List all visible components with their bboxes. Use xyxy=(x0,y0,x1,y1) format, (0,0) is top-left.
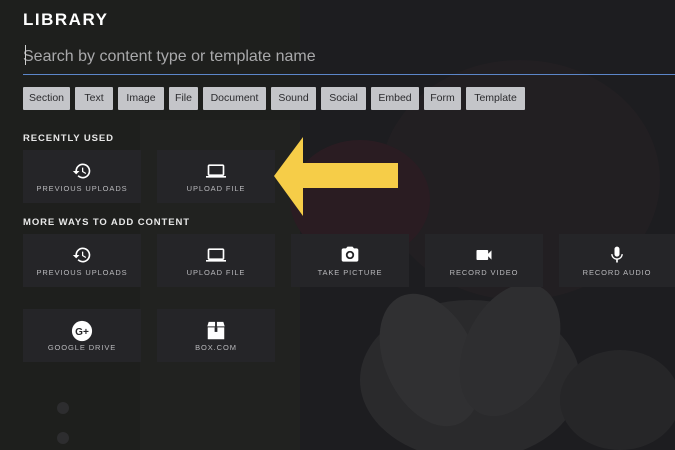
history-icon xyxy=(23,161,141,181)
tile-label: GOOGLE DRIVE xyxy=(47,343,117,352)
tile-label: RECORD VIDEO xyxy=(449,268,519,277)
box-icon xyxy=(157,320,275,340)
recent-upload-file-tile[interactable]: UPLOAD FILE xyxy=(157,150,275,203)
google-plus-icon: G+ xyxy=(23,320,141,342)
search-field[interactable] xyxy=(23,42,675,75)
pointer-arrow xyxy=(274,137,398,216)
search-input[interactable] xyxy=(23,44,675,70)
filter-chip-sound[interactable]: Sound xyxy=(271,87,316,110)
google-drive-tile[interactable]: G+ GOOGLE DRIVE xyxy=(23,309,141,362)
tile-label: RECORD AUDIO xyxy=(582,268,652,277)
record-video-tile[interactable]: RECORD VIDEO xyxy=(425,234,543,287)
camera-icon xyxy=(291,245,409,265)
laptop-icon xyxy=(157,245,275,265)
text-caret xyxy=(25,45,26,65)
library-title: LIBRARY xyxy=(23,10,109,29)
filter-chip-template[interactable]: Template xyxy=(466,87,525,110)
record-audio-tile[interactable]: RECORD AUDIO xyxy=(559,234,675,287)
microphone-icon xyxy=(559,245,675,265)
tile-label: BOX.COM xyxy=(195,343,237,352)
history-icon xyxy=(23,245,141,265)
video-camera-icon xyxy=(425,245,543,265)
filter-chip-form[interactable]: Form xyxy=(424,87,461,110)
upload-file-tile[interactable]: UPLOAD FILE xyxy=(157,234,275,287)
tile-label: PREVIOUS UPLOADS xyxy=(36,184,128,193)
svg-text:G+: G+ xyxy=(75,327,89,338)
tile-label: UPLOAD FILE xyxy=(186,268,246,277)
filter-chip-social[interactable]: Social xyxy=(321,87,366,110)
filter-chip-section[interactable]: Section xyxy=(23,87,70,110)
previous-uploads-tile[interactable]: PREVIOUS UPLOADS xyxy=(23,234,141,287)
filter-chip-image[interactable]: Image xyxy=(118,87,164,110)
tile-label: PREVIOUS UPLOADS xyxy=(36,268,128,277)
tile-label: TAKE PICTURE xyxy=(317,268,383,277)
library-panel: LIBRARY Section Text Image File Document… xyxy=(0,0,675,450)
filter-chip-embed[interactable]: Embed xyxy=(371,87,419,110)
take-picture-tile[interactable]: TAKE PICTURE xyxy=(291,234,409,287)
tile-label: UPLOAD FILE xyxy=(186,184,246,193)
box-com-tile[interactable]: BOX.COM xyxy=(157,309,275,362)
recently-used-heading: RECENTLY USED xyxy=(23,133,114,144)
filter-chip-file[interactable]: File xyxy=(169,87,198,110)
more-ways-heading: MORE WAYS TO ADD CONTENT xyxy=(23,217,190,228)
filter-chip-text[interactable]: Text xyxy=(75,87,113,110)
filter-chip-document[interactable]: Document xyxy=(203,87,266,110)
laptop-icon xyxy=(157,161,275,181)
recent-previous-uploads-tile[interactable]: PREVIOUS UPLOADS xyxy=(23,150,141,203)
